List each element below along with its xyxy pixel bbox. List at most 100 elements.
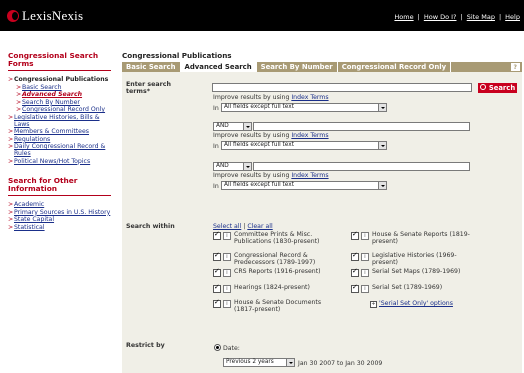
chevron-down-icon — [243, 163, 251, 170]
checkbox-checked-icon[interactable] — [213, 299, 221, 308]
improve-results-text-2: Improve results by using Index Terms — [213, 132, 329, 139]
search-term-input-3[interactable] — [253, 162, 470, 171]
sidebar-list: > Congressional Publications > Basic Searc… — [0, 76, 117, 166]
date-label: Date: — [223, 345, 240, 352]
expand-plus-icon[interactable]: + — [370, 301, 377, 308]
info-icon[interactable]: i — [223, 232, 231, 240]
info-icon[interactable]: i — [361, 269, 369, 277]
sidebar-title: Congressional Search Forms — [8, 51, 99, 68]
collection-checkbox-serial-set-maps[interactable]: iSerial Set Maps (1789-1969) — [351, 268, 476, 277]
collection-checkbox-congressional-record[interactable]: iCongressional Record & Predecessors (17… — [213, 252, 338, 266]
help-tab-icon[interactable]: ? — [510, 63, 520, 71]
sidebar-item-legislative-histories[interactable]: > Legislative Histories, Bills & Laws — [8, 114, 117, 128]
collection-checkbox-serial-set[interactable]: iSerial Set (1789-1969) — [351, 284, 476, 293]
top-header-bar: LexisNexis Home | How Do I? | Site Map |… — [0, 0, 524, 31]
checkbox-checked-icon[interactable] — [213, 252, 221, 261]
search-button[interactable]: Search — [478, 83, 517, 93]
collection-checkbox-hearings[interactable]: iHearings (1824-present) — [213, 284, 338, 293]
sidebar-item-primary-sources[interactable]: > Primary Sources in U.S. History — [8, 209, 117, 217]
chevron-down-icon — [378, 104, 386, 111]
sidebar-other-list: > Academic > Primary Sources in U.S. Histo… — [0, 202, 117, 231]
sidebar-item-advanced-search[interactable]: > Advanced Search — [8, 92, 117, 99]
logo-text: LexisNexis — [22, 8, 84, 23]
serial-set-options: + 'Serial Set Only' options — [370, 300, 453, 308]
select-all-link[interactable]: Select all — [213, 223, 241, 230]
index-terms-link[interactable]: Index Terms — [291, 132, 328, 139]
date-range-text: Jan 30 2007 to Jan 30 2009 — [298, 360, 383, 367]
in-label: In — [213, 105, 219, 112]
page-title: Congressional Publications — [122, 51, 232, 60]
logo-mark-icon — [7, 10, 19, 22]
info-icon[interactable]: i — [361, 285, 369, 293]
improve-results-text-3: Improve results by using Index Terms — [213, 172, 329, 179]
clear-all-link[interactable]: Clear all — [247, 223, 272, 230]
checkbox-checked-icon[interactable] — [213, 284, 221, 293]
sidebar-item-state-capital[interactable]: > State Capital — [8, 217, 117, 224]
date-radio-button[interactable] — [214, 344, 221, 351]
improve-results-text-1: Improve results by using Index Terms — [213, 94, 329, 101]
sidebar-item-academic[interactable]: > Academic — [8, 202, 117, 209]
info-icon[interactable]: i — [361, 253, 369, 261]
checkbox-checked-icon[interactable] — [351, 268, 359, 277]
in-label: In — [213, 183, 219, 190]
connector-select-2[interactable]: AND — [213, 162, 252, 171]
how-do-i-link[interactable]: How Do I? — [424, 13, 457, 21]
search-icon — [479, 84, 486, 90]
sidebar-item-political-news[interactable]: > Political News/Hot Topics — [8, 158, 117, 166]
checkbox-checked-icon[interactable] — [351, 284, 359, 293]
chevron-down-icon — [378, 142, 386, 149]
sidebar-item-congressional-publications: > Congressional Publications — [8, 76, 109, 83]
sidebar-item-search-by-number[interactable]: > Search By Number — [8, 99, 117, 107]
serial-set-options-link[interactable]: 'Serial Set Only' options — [379, 300, 453, 307]
date-range-select[interactable]: Previous 2 years — [223, 358, 295, 367]
info-icon[interactable]: i — [223, 253, 231, 261]
info-icon[interactable]: i — [223, 300, 231, 308]
collection-checkbox-committee-prints[interactable]: iCommittee Prints & Misc. Publications (… — [213, 231, 338, 245]
main-content: Congressional Publications Basic Search … — [122, 38, 524, 373]
tab-search-by-number[interactable]: Search By Number — [257, 62, 338, 72]
tab-advanced-search[interactable]: Advanced Search — [180, 62, 257, 72]
info-icon[interactable]: i — [223, 285, 231, 293]
site-map-link[interactable]: Site Map — [467, 13, 495, 21]
index-terms-link[interactable]: Index Terms — [291, 94, 328, 101]
search-tabs: Basic Search Advanced Search Search By N… — [122, 62, 522, 72]
in-label: In — [213, 143, 219, 150]
sidebar-item-statistical[interactable]: > Statistical — [8, 224, 117, 232]
info-icon[interactable]: i — [361, 232, 369, 240]
collection-checkbox-legislative-histories[interactable]: iLegislative Histories (1969-present) — [351, 252, 476, 266]
sidebar-item-basic-search[interactable]: > Basic Search — [8, 84, 117, 92]
field-select-1[interactable]: All fields except full text — [221, 103, 387, 112]
advanced-search-panel: Enter search terms* Search Improve resul… — [122, 72, 522, 373]
search-term-input-1[interactable] — [212, 83, 472, 92]
collection-checkbox-crs-reports[interactable]: iCRS Reports (1916-present) — [213, 268, 338, 277]
lexisnexis-logo[interactable]: LexisNexis — [7, 8, 83, 24]
checkbox-checked-icon[interactable] — [351, 231, 359, 240]
sidebar-item-congressional-record-only[interactable]: > Congressional Record Only — [8, 107, 117, 114]
restrict-by-label: Restrict by — [126, 342, 165, 349]
search-within-label: Search within — [126, 223, 175, 230]
checkbox-checked-icon[interactable] — [213, 268, 221, 277]
index-terms-link[interactable]: Index Terms — [291, 172, 328, 179]
sidebar-item-daily-congressional-record[interactable]: > Daily Congressional Record & Rules — [8, 143, 117, 157]
sidebar-item-regulations[interactable]: > Regulations — [8, 136, 117, 144]
help-link[interactable]: Help — [505, 13, 520, 21]
info-icon[interactable]: i — [223, 269, 231, 277]
connector-select-1[interactable]: AND — [213, 122, 252, 131]
tab-congressional-record-only[interactable]: Congressional Record Only — [338, 62, 452, 72]
sidebar-item-members-committees[interactable]: > Members & Committees — [8, 129, 117, 136]
left-sidebar: Congressional Search Forms > Congressiona… — [0, 38, 117, 373]
collection-checkbox-house-senate-documents[interactable]: iHouse & Senate Documents (1817-present) — [213, 299, 338, 313]
chevron-down-icon — [378, 182, 386, 189]
checkbox-checked-icon[interactable] — [213, 231, 221, 240]
collection-checkbox-house-senate-reports[interactable]: iHouse & Senate Reports (1819-present) — [351, 231, 476, 245]
field-select-3[interactable]: All fields except full text — [221, 181, 387, 190]
top-links: Home | How Do I? | Site Map | Help — [394, 13, 520, 21]
checkbox-checked-icon[interactable] — [351, 252, 359, 261]
home-link[interactable]: Home — [394, 13, 413, 21]
search-term-input-2[interactable] — [253, 122, 470, 131]
field-select-2[interactable]: All fields except full text — [221, 141, 387, 150]
sidebar-other-title: Search for Other Information — [8, 176, 78, 194]
sidebar-divider — [8, 70, 111, 71]
tab-basic-search[interactable]: Basic Search — [122, 62, 181, 72]
chevron-down-icon — [286, 359, 294, 366]
